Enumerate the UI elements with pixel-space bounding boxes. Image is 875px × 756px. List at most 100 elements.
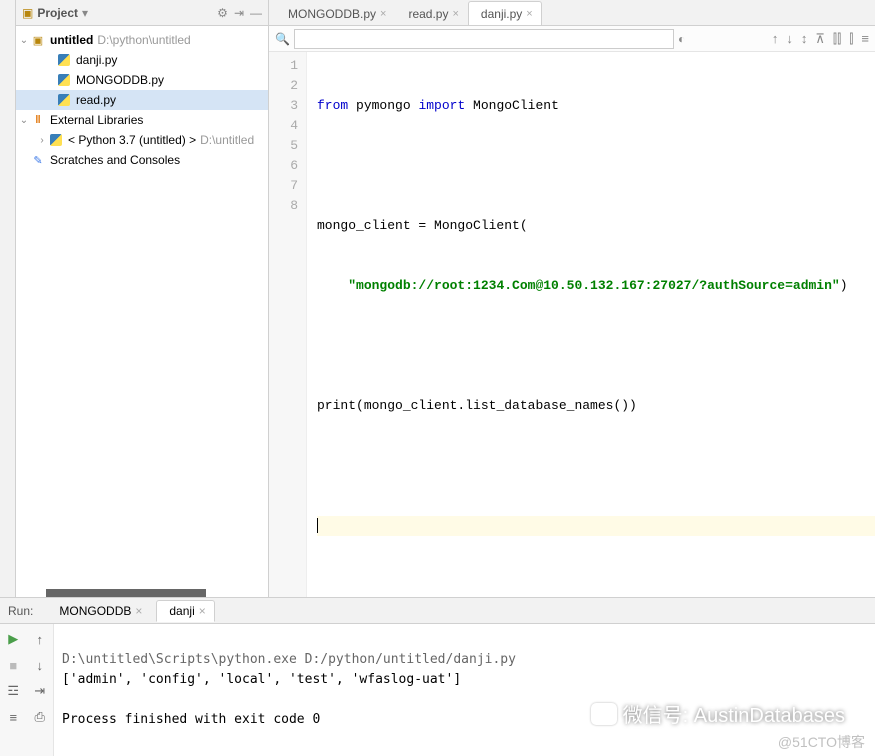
pin-icon[interactable]: ⊼	[815, 31, 825, 47]
tab-label: MONGODDB.py	[288, 7, 376, 21]
line-num: 5	[269, 136, 298, 156]
credit-text: @51CTO博客	[778, 732, 865, 752]
tool-window-strip[interactable]	[0, 0, 16, 597]
console-command: D:\untitled\Scripts\python.exe D:/python…	[62, 652, 516, 667]
console-exit: Process finished with exit code 0	[62, 712, 320, 727]
down-button[interactable]: ↓	[31, 656, 49, 674]
code-line	[317, 456, 875, 476]
line-num: 3	[269, 96, 298, 116]
close-icon[interactable]: ×	[380, 8, 386, 20]
run-tab-label: MONGODDB	[59, 604, 131, 618]
close-icon[interactable]: ×	[199, 604, 206, 618]
line-num: 1	[269, 56, 298, 76]
console-result: ['admin', 'config', 'local', 'test', 'wf…	[62, 672, 461, 687]
chevron-down-icon[interactable]: ⌄	[18, 115, 30, 126]
scratches-label: Scratches and Consoles	[50, 153, 180, 167]
code-line	[317, 156, 875, 176]
editor-tabs: MONGODDB.py × read.py × danji.py ×	[269, 0, 875, 26]
python-file-icon	[56, 72, 72, 88]
code-lines[interactable]: from pymongo import MongoClient mongo_cl…	[307, 52, 875, 597]
up-button[interactable]: ↑	[31, 630, 49, 648]
external-label: External Libraries	[50, 113, 143, 127]
run-tool-window: Run: MONGODDB × danji × ▶ ■ ☲ ≡ ↑ ↓ ⇥ ⎙	[0, 597, 875, 756]
line-num: 7	[269, 176, 298, 196]
tree-external-libs[interactable]: ⌄ External Libraries	[16, 110, 268, 130]
horizontal-scrollbar[interactable]	[46, 589, 206, 597]
file-label: MONGODDB.py	[76, 73, 164, 87]
run-label: Run:	[8, 604, 33, 618]
editor-area: MONGODDB.py × read.py × danji.py × 🔍 ◐ ↑…	[269, 0, 875, 597]
python-file-icon	[56, 52, 72, 68]
sidebar-title: Project	[37, 6, 78, 20]
library-icon	[30, 112, 46, 128]
code-line-current	[317, 516, 875, 536]
run-header: Run: MONGODDB × danji ×	[0, 598, 875, 624]
print-button[interactable]: ⎙	[31, 708, 49, 726]
project-sidebar: ▣ Project ▾ ⚙ ⇥ — ⌄ ▣ untitled D:\python…	[16, 0, 269, 597]
stop-button[interactable]: ■	[4, 656, 22, 674]
folder-icon: ▣	[30, 32, 46, 48]
run-tab[interactable]: MONGODDB ×	[47, 601, 150, 621]
project-tree: ⌄ ▣ untitled D:\python\untitled danji.py…	[16, 26, 268, 589]
env-path: D:\untitled	[200, 133, 254, 147]
dropdown-icon[interactable]: ▾	[82, 6, 88, 20]
python-icon	[48, 132, 64, 148]
layout-button[interactable]: ☲	[4, 682, 22, 700]
run-tab[interactable]: danji ×	[156, 600, 214, 622]
tree-file[interactable]: read.py	[16, 90, 268, 110]
run-toolbar: ▶ ■ ☲ ≡ ↑ ↓ ⇥ ⎙	[0, 624, 54, 756]
tree-root[interactable]: ⌄ ▣ untitled D:\python\untitled	[16, 30, 268, 50]
code-line	[317, 336, 875, 356]
run-tab-label: danji	[169, 604, 194, 618]
tab-label: read.py	[408, 7, 448, 21]
wrap-button[interactable]: ⇥	[31, 682, 49, 700]
next-match-icon[interactable]: ↓	[786, 31, 793, 47]
root-name: untitled	[50, 33, 93, 47]
editor-tab[interactable]: MONGODDB.py ×	[275, 1, 395, 25]
words-icon[interactable]: ⫿⫿	[833, 31, 841, 47]
line-num: 8	[269, 196, 298, 216]
prev-match-icon[interactable]: ↑	[772, 31, 779, 47]
search-input[interactable]	[294, 29, 674, 49]
scratch-icon: ✎	[30, 152, 46, 168]
tree-scratches[interactable]: ✎ Scratches and Consoles	[16, 150, 268, 170]
root-path: D:\python\untitled	[97, 33, 190, 47]
line-num: 6	[269, 156, 298, 176]
gear-icon[interactable]: ⚙	[217, 6, 228, 20]
code-line: mongo_client = MongoClient(	[317, 216, 875, 236]
settings-button[interactable]: ≡	[4, 708, 22, 726]
close-icon[interactable]: ×	[135, 604, 142, 618]
line-gutter: 1 2 3 4 5 6 7 8	[269, 52, 307, 597]
env-label: < Python 3.7 (untitled) >	[68, 133, 196, 147]
tree-file[interactable]: MONGODDB.py	[16, 70, 268, 90]
rerun-button[interactable]: ▶	[4, 630, 22, 648]
tree-python-env[interactable]: › < Python 3.7 (untitled) > D:\untitled	[16, 130, 268, 150]
python-file-icon	[56, 92, 72, 108]
close-icon[interactable]: ×	[452, 8, 458, 20]
line-num: 4	[269, 116, 298, 136]
match-case-icon[interactable]: ↕	[801, 31, 808, 47]
editor-tab[interactable]: read.py ×	[395, 1, 467, 25]
tab-label: danji.py	[481, 7, 522, 21]
code-line: "mongodb://root:1234.Com@10.50.132.167:2…	[317, 276, 875, 296]
code-line: print(mongo_client.list_database_names()…	[317, 396, 875, 416]
chevron-down-icon[interactable]: ⌄	[18, 35, 30, 46]
hide-icon[interactable]: —	[250, 6, 262, 20]
regex-icon[interactable]: ⫿	[849, 31, 853, 47]
settings-icon[interactable]: ≡	[861, 31, 869, 47]
line-num: 2	[269, 76, 298, 96]
code-editor[interactable]: 1 2 3 4 5 6 7 8 from pymongo import Mong…	[269, 52, 875, 597]
close-icon[interactable]: ×	[526, 8, 532, 20]
collapse-icon[interactable]: ⇥	[234, 6, 244, 20]
search-icon: 🔍	[275, 32, 290, 46]
editor-tab[interactable]: danji.py ×	[468, 1, 542, 25]
chevron-right-icon[interactable]: ›	[36, 135, 48, 146]
sidebar-header: ▣ Project ▾ ⚙ ⇥ —	[16, 0, 268, 26]
text-cursor	[317, 518, 318, 533]
file-label: read.py	[76, 93, 116, 107]
code-line: from pymongo import MongoClient	[317, 96, 875, 116]
tree-file[interactable]: danji.py	[16, 50, 268, 70]
options-icon[interactable]: ◐	[678, 32, 685, 46]
file-label: danji.py	[76, 53, 117, 67]
console-output[interactable]: D:\untitled\Scripts\python.exe D:/python…	[54, 624, 875, 756]
